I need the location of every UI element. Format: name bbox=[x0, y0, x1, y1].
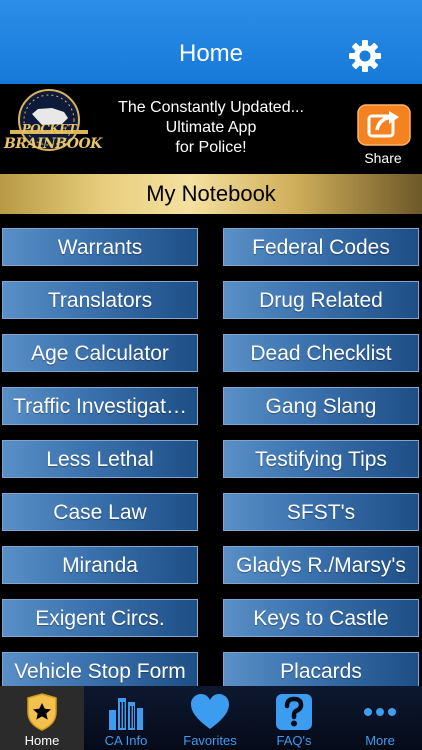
logo-text: BRAINBOOK bbox=[4, 136, 102, 152]
tab-bar: Home CA Info Favorites FAQ's More bbox=[0, 686, 422, 750]
heart-icon bbox=[191, 694, 229, 729]
traffic-investigation-button[interactable]: Traffic Investigat… bbox=[2, 387, 198, 425]
tab-home[interactable]: Home bbox=[0, 686, 84, 750]
miranda-button[interactable]: Miranda bbox=[2, 546, 198, 584]
banner-tagline: The Constantly Updated... Ultimate App f… bbox=[118, 99, 304, 156]
tab-label: Home bbox=[24, 733, 60, 748]
buildings-icon bbox=[109, 698, 143, 730]
navigation-bar: Home bbox=[0, 0, 422, 84]
tab-label: Favorites bbox=[183, 733, 237, 748]
case-law-button[interactable]: Case Law bbox=[2, 493, 198, 531]
tab-label: FAQ's bbox=[276, 733, 312, 748]
badge-icon bbox=[27, 693, 57, 731]
placards-button[interactable]: Placards bbox=[223, 652, 419, 690]
gang-slang-button[interactable]: Gang Slang bbox=[223, 387, 419, 425]
tab-faqs[interactable]: FAQ's bbox=[252, 686, 336, 750]
dead-checklist-button[interactable]: Dead Checklist bbox=[223, 334, 419, 372]
vehicle-stop-form-button[interactable]: Vehicle Stop Form bbox=[2, 652, 198, 690]
tab-favorites[interactable]: Favorites bbox=[168, 686, 252, 750]
gear-icon[interactable] bbox=[347, 38, 383, 74]
drug-related-button[interactable]: Drug Related bbox=[223, 281, 419, 319]
logo-text: POCKET bbox=[21, 122, 77, 136]
share-icon[interactable] bbox=[357, 104, 411, 146]
tab-more[interactable]: More bbox=[338, 686, 422, 750]
gladys-marsys-button[interactable]: Gladys R./Marsy's bbox=[223, 546, 419, 584]
share-label[interactable]: Share bbox=[340, 150, 422, 166]
notebook-grid: Warrants Federal Codes Translators Drug … bbox=[0, 228, 422, 690]
more-icon bbox=[364, 708, 396, 716]
age-calculator-button[interactable]: Age Calculator bbox=[2, 334, 198, 372]
tab-label: CA Info bbox=[104, 733, 148, 748]
keys-to-castle-button[interactable]: Keys to Castle bbox=[223, 599, 419, 637]
translators-button[interactable]: Translators bbox=[2, 281, 198, 319]
less-lethal-button[interactable]: Less Lethal bbox=[2, 440, 198, 478]
tab-label: More bbox=[365, 733, 395, 748]
warrants-button[interactable]: Warrants bbox=[2, 228, 198, 266]
question-icon bbox=[276, 694, 312, 730]
testifying-tips-button[interactable]: Testifying Tips bbox=[223, 440, 419, 478]
exigent-circs-button[interactable]: Exigent Circs. bbox=[2, 599, 198, 637]
pocket-brainbook-logo: POCKET BRAINBOOK bbox=[4, 86, 102, 166]
sfsts-button[interactable]: SFST's bbox=[223, 493, 419, 531]
federal-codes-button[interactable]: Federal Codes bbox=[223, 228, 419, 266]
tab-ca-info[interactable]: CA Info bbox=[84, 686, 168, 750]
section-header: My Notebook bbox=[0, 174, 422, 214]
